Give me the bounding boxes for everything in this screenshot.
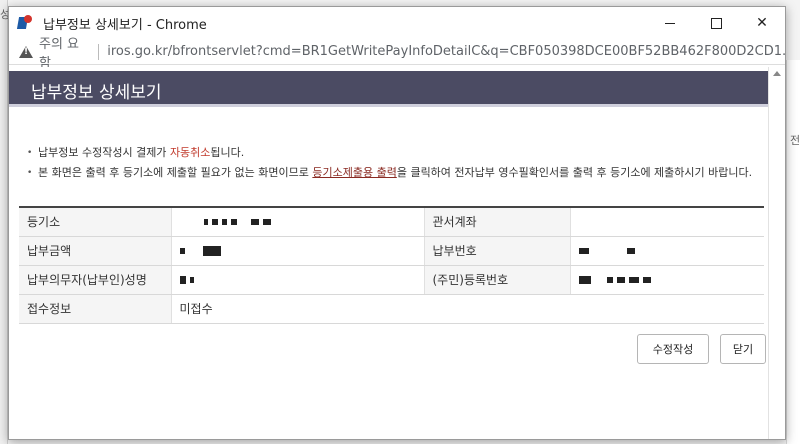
redacted-mark bbox=[221, 219, 227, 226]
redacted-mark bbox=[202, 246, 221, 256]
url-text[interactable]: iros.go.kr/bfrontservlet?cmd=BR1GetWrite… bbox=[107, 44, 785, 59]
page-header-bar: 납부정보 상세보기 bbox=[9, 71, 768, 107]
redacted-mark bbox=[578, 248, 589, 254]
receipt-info-value: 미접수 bbox=[171, 294, 764, 324]
payment-amount-label: 납부금액 bbox=[19, 236, 172, 266]
payment-number-value bbox=[570, 236, 764, 266]
window-titlebar: 납부정보 상세보기 - Chrome ✕ bbox=[9, 7, 785, 39]
receipt-info-label: 접수정보 bbox=[19, 294, 172, 324]
address-divider bbox=[98, 43, 100, 60]
notice-2-suffix: 을 클릭하여 전자납부 영수필확인서를 출력 후 등기소에 제출하시기 바랍니다… bbox=[396, 166, 753, 179]
table-row: 접수정보 미접수 bbox=[19, 294, 764, 324]
table-row: 등기소 관서계좌 bbox=[19, 207, 764, 237]
close-window-button[interactable]: ✕ bbox=[739, 7, 785, 39]
redacted-mark bbox=[606, 277, 613, 283]
page-title: 납부정보 상세보기 bbox=[31, 83, 162, 103]
minimize-button[interactable] bbox=[647, 7, 693, 39]
background-left-edge bbox=[0, 0, 8, 444]
popup-window: 납부정보 상세보기 - Chrome ✕ 주의 요함 iros.go.kr/bf… bbox=[8, 6, 786, 440]
redacted-mark bbox=[628, 277, 639, 283]
registration-number-value bbox=[570, 265, 764, 295]
redacted-mark bbox=[616, 277, 625, 283]
table-row: 납부금액 납부번호 bbox=[19, 236, 764, 266]
close-button[interactable]: 닫기 bbox=[720, 334, 766, 364]
office-account-label: 관서계좌 bbox=[424, 207, 571, 237]
vertical-scrollbar[interactable] bbox=[768, 67, 785, 439]
registration-number-label: (주민)등록번호 bbox=[424, 265, 571, 295]
address-bar[interactable]: 주의 요함 iros.go.kr/bfrontservlet?cmd=BR1Ge… bbox=[9, 37, 785, 71]
notice-list: 납부정보 수정작성시 결제가 자동취소됩니다. 본 화면은 출력 후 등기소에 … bbox=[27, 143, 767, 183]
window-title: 납부정보 상세보기 - Chrome bbox=[43, 17, 207, 33]
background-text-right: 전 bbox=[790, 134, 800, 147]
redacted-mark bbox=[262, 219, 271, 226]
redacted-mark bbox=[250, 219, 259, 226]
redacted-mark bbox=[211, 219, 218, 226]
notice-2-text: 본 화면은 출력 후 등기소에 제출할 필요가 없는 화면이므로 bbox=[38, 166, 313, 179]
payer-name-label: 납부의무자(납부인)성명 bbox=[19, 265, 172, 295]
registry-print-link[interactable]: 등기소제출용 출력 bbox=[312, 166, 396, 179]
background-right-edge bbox=[786, 60, 800, 444]
scroll-up-arrow-icon[interactable] bbox=[773, 71, 781, 76]
warning-icon[interactable] bbox=[19, 45, 33, 58]
redacted-mark bbox=[578, 276, 591, 284]
table-row: 납부의무자(납부인)성명 (주민)등록번호 bbox=[19, 265, 764, 295]
maximize-button[interactable] bbox=[693, 7, 739, 39]
registry-office-value bbox=[171, 207, 425, 237]
redacted-mark bbox=[179, 276, 186, 284]
registry-office-label: 등기소 bbox=[19, 207, 172, 237]
office-account-value bbox=[570, 207, 764, 237]
notice-1-suffix: 됩니다. bbox=[210, 146, 245, 159]
payment-info-table: 등기소 관서계좌 납부금액 납부번호 납부의무자(납부인)성명 (주민)등록번호… bbox=[19, 206, 764, 324]
payer-name-value bbox=[171, 265, 425, 295]
auto-cancel-text: 자동취소 bbox=[169, 146, 211, 159]
site-favicon-icon bbox=[16, 14, 35, 32]
redacted-mark bbox=[203, 219, 208, 226]
notice-item-2: 본 화면은 출력 후 등기소에 제출할 필요가 없는 화면이므로 등기소제출용 … bbox=[27, 163, 767, 183]
redacted-mark bbox=[642, 277, 651, 283]
payment-number-label: 납부번호 bbox=[424, 236, 571, 266]
notice-item-1: 납부정보 수정작성시 결제가 자동취소됩니다. bbox=[27, 143, 767, 163]
redacted-mark bbox=[189, 277, 194, 283]
payment-amount-value bbox=[171, 236, 425, 266]
security-status-label[interactable]: 주의 요함 bbox=[39, 33, 90, 71]
page-content: 납부정보 상세보기 납부정보 수정작성시 결제가 자동취소됩니다. 본 화면은 … bbox=[9, 67, 785, 439]
redacted-mark bbox=[179, 248, 185, 254]
edit-button[interactable]: 수정작성 bbox=[637, 334, 709, 364]
notice-1-text: 납부정보 수정작성시 결제가 bbox=[38, 146, 170, 159]
redacted-mark bbox=[230, 219, 237, 226]
redacted-mark bbox=[626, 248, 635, 254]
